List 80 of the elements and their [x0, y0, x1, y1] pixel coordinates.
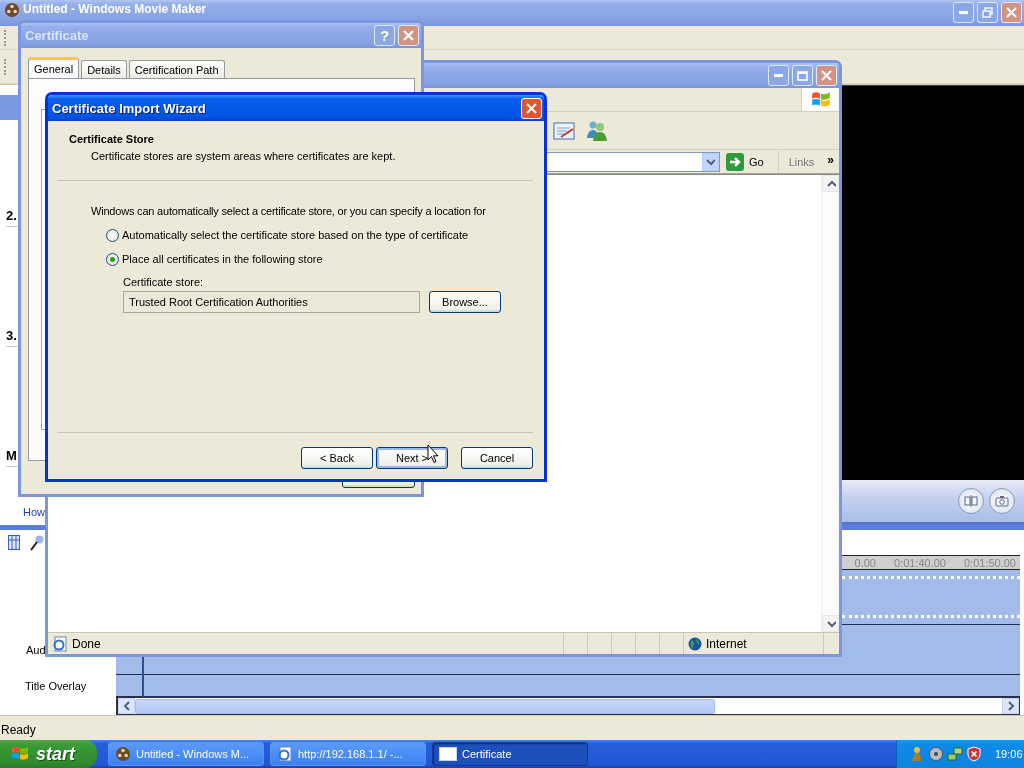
ruler-label: 0:01:50.00 — [964, 556, 1016, 569]
close-icon — [1006, 7, 1017, 18]
close-icon — [526, 102, 537, 114]
window-icon — [439, 747, 457, 761]
figure-icon[interactable] — [909, 746, 925, 762]
right-caret-icon — [1005, 700, 1016, 712]
restore-icon — [982, 7, 993, 18]
task-link[interactable]: How — [23, 505, 45, 520]
scroll-up-button[interactable] — [822, 175, 839, 192]
split-button[interactable] — [958, 488, 984, 514]
zone-text: Internet — [706, 636, 747, 651]
microphone-icon[interactable] — [30, 534, 44, 551]
document-pencil-icon[interactable] — [553, 120, 577, 141]
camera-button[interactable] — [989, 488, 1015, 514]
mouse-cursor-icon — [427, 444, 439, 464]
close-icon — [821, 70, 832, 81]
track-label: Aud — [25, 644, 46, 656]
tab[interactable]: Certification Path — [128, 60, 225, 78]
page-icon — [277, 746, 293, 762]
close-button[interactable] — [816, 65, 837, 86]
scroll-left-button[interactable] — [118, 698, 135, 714]
minimize-icon — [959, 11, 968, 14]
camera-icon — [995, 495, 1009, 507]
status-text: Ready — [1, 722, 36, 737]
window-title: Certificate — [25, 28, 90, 43]
film-reel-icon — [4, 2, 20, 18]
more-links-button[interactable]: » — [824, 150, 837, 170]
radio-button[interactable] — [106, 228, 119, 242]
ruler-label: 0.00 — [854, 556, 876, 569]
wizard-button[interactable]: < Back — [301, 447, 373, 469]
film-reel-icon — [115, 746, 131, 762]
window-title: Untitled - Windows Movie Maker — [23, 2, 208, 17]
option-label: Place all certificates in the following store — [122, 253, 323, 265]
start-button[interactable]: start — [0, 740, 97, 768]
close-button[interactable] — [398, 25, 419, 46]
scrollbar-thumb[interactable] — [135, 698, 715, 714]
minimize-icon — [774, 74, 783, 77]
links-button[interactable]: Links — [777, 150, 821, 173]
option-label: Automatically select the certificate store based on the type of certificate — [122, 229, 469, 241]
maximize-button[interactable] — [792, 65, 813, 86]
status-text: Done — [72, 636, 101, 651]
window-title: Certificate Import Wizard — [52, 100, 207, 116]
page-description: Certificate stores are system areas where certificates are kept. — [90, 150, 397, 162]
radio-option[interactable]: Automatically select the certificate store based on the type of certificate — [106, 228, 533, 242]
tab[interactable]: General — [28, 57, 80, 78]
toolbar-grip[interactable] — [4, 29, 7, 46]
instruction-text: Windows can automatically select a certificate store, or you can specify a location for — [91, 205, 487, 217]
restore-button[interactable] — [977, 2, 998, 23]
globe-icon — [688, 636, 702, 651]
disc-icon[interactable] — [928, 746, 944, 762]
left-caret-icon — [121, 700, 132, 712]
minimize-button[interactable] — [768, 65, 789, 86]
wizard-button[interactable]: Next > — [376, 447, 448, 469]
toolbar-grip[interactable] — [4, 58, 7, 75]
dropdown-button[interactable] — [701, 152, 719, 171]
wizard-button[interactable]: Cancel — [461, 447, 533, 469]
scroll-down-button[interactable] — [822, 615, 839, 632]
maximize-icon — [797, 70, 808, 81]
ruler-label: 0:01:40.00 — [894, 556, 946, 569]
shield-icon[interactable] — [966, 746, 982, 762]
browse-button[interactable]: Browse... — [429, 291, 501, 313]
minimize-button[interactable] — [953, 2, 974, 23]
go-button[interactable]: Go — [723, 151, 774, 172]
page-heading: Certificate Store — [69, 133, 155, 145]
scroll-right-button[interactable] — [1002, 698, 1019, 714]
radio-option[interactable]: Place all certificates in the following store — [106, 252, 533, 266]
close-button[interactable] — [1001, 2, 1022, 23]
radio-button[interactable] — [106, 252, 119, 266]
split-icon — [964, 494, 978, 508]
taskbar-button[interactable]: Certificate — [432, 742, 588, 766]
clock: 19:06 — [995, 748, 1023, 760]
storyboard-icon[interactable] — [8, 535, 20, 550]
tab[interactable]: Details — [81, 60, 127, 78]
page-icon — [52, 635, 68, 652]
track-label: Title Overlay — [24, 680, 87, 692]
close-icon — [403, 30, 414, 41]
certificate-store-field[interactable]: Trusted Root Certification Authorities — [123, 291, 420, 313]
field-label: Certificate store: — [123, 276, 205, 288]
two-people-icon[interactable] — [585, 119, 609, 142]
network-icon[interactable] — [947, 746, 963, 762]
